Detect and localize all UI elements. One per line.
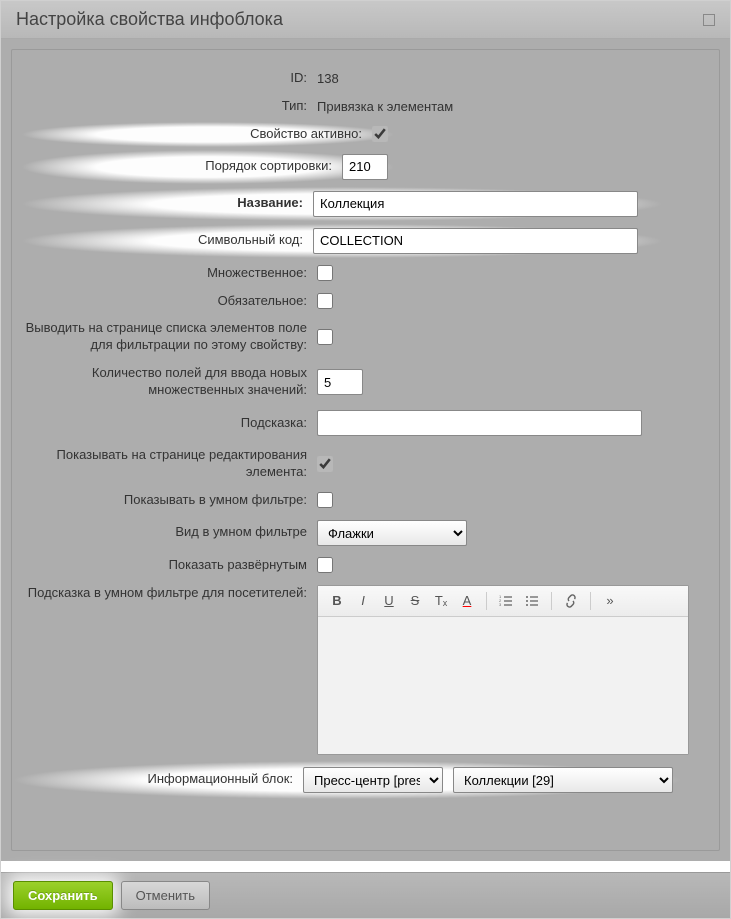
- dialog-header: Настройка свойства инфоблока: [1, 1, 730, 39]
- multiple-label: Множественное:: [22, 265, 317, 282]
- sort-label: Порядок сортировки:: [28, 158, 342, 175]
- mvcount-label: Количество полей для ввода новых множест…: [22, 365, 317, 399]
- dialog-body: ID: 138 Тип: Привязка к элементам Свойст…: [1, 39, 730, 861]
- filter-label: Выводить на странице списка элементов по…: [22, 320, 317, 354]
- smart-hint-label: Подсказка в умном фильтре для посетителе…: [22, 585, 317, 602]
- id-value: 138: [317, 71, 689, 86]
- expanded-checkbox[interactable]: [317, 557, 333, 573]
- underline-icon[interactable]: U: [378, 590, 400, 612]
- filter-checkbox[interactable]: [317, 329, 333, 345]
- name-input[interactable]: [313, 191, 638, 217]
- italic-icon[interactable]: I: [352, 590, 374, 612]
- hint-input[interactable]: [317, 410, 642, 436]
- hint-label: Подсказка:: [22, 415, 317, 432]
- smart-filter-checkbox[interactable]: [317, 492, 333, 508]
- show-edit-label: Показывать на странице редактирования эл…: [22, 447, 317, 481]
- name-label: Название:: [28, 195, 313, 212]
- unordered-list-icon[interactable]: [521, 590, 543, 612]
- link-icon[interactable]: [560, 590, 582, 612]
- required-label: Обязательное:: [22, 293, 317, 310]
- minimize-icon[interactable]: [703, 14, 715, 26]
- iblock-label: Информационный блок:: [22, 771, 303, 788]
- ordered-list-icon[interactable]: 123: [495, 590, 517, 612]
- rich-text-editor: B I U S Tₓ A 123 »: [317, 585, 689, 755]
- font-color-icon[interactable]: A: [456, 590, 478, 612]
- bold-icon[interactable]: B: [326, 590, 348, 612]
- multiple-checkbox[interactable]: [317, 265, 333, 281]
- mvcount-input[interactable]: [317, 369, 363, 395]
- svg-text:3: 3: [499, 602, 502, 607]
- type-value: Привязка к элементам: [317, 99, 689, 114]
- iblock-type-select[interactable]: Пресс-центр [presscenter]: [303, 767, 443, 793]
- smart-view-select[interactable]: Флажки: [317, 520, 467, 546]
- toolbar-separator: [551, 592, 552, 610]
- toolbar-separator: [486, 592, 487, 610]
- more-icon[interactable]: »: [599, 590, 621, 612]
- type-label: Тип:: [22, 98, 317, 115]
- dialog-title: Настройка свойства инфоблока: [16, 9, 283, 30]
- active-checkbox[interactable]: [372, 126, 388, 142]
- required-checkbox[interactable]: [317, 293, 333, 309]
- smart-filter-label: Показывать в умном фильтре:: [22, 492, 317, 509]
- smart-view-label: Вид в умном фильтре: [22, 524, 317, 541]
- show-edit-checkbox[interactable]: [317, 456, 333, 472]
- editor-textarea[interactable]: [318, 617, 688, 754]
- expanded-label: Показать развёрнутым: [22, 557, 317, 574]
- save-button[interactable]: Сохранить: [13, 881, 113, 910]
- code-input[interactable]: [313, 228, 638, 254]
- active-label: Свойство активно:: [28, 126, 372, 143]
- id-label: ID:: [22, 70, 317, 87]
- dialog-footer: Сохранить Отменить: [1, 872, 730, 918]
- cancel-button[interactable]: Отменить: [121, 881, 210, 910]
- code-label: Символьный код:: [28, 232, 313, 249]
- strike-icon[interactable]: S: [404, 590, 426, 612]
- editor-toolbar: B I U S Tₓ A 123 »: [318, 586, 688, 617]
- iblock-select[interactable]: Коллекции [29]: [453, 767, 673, 793]
- form-panel: ID: 138 Тип: Привязка к элементам Свойст…: [11, 49, 720, 851]
- clear-format-icon[interactable]: Tₓ: [430, 590, 452, 612]
- sort-input[interactable]: [342, 154, 388, 180]
- toolbar-separator: [590, 592, 591, 610]
